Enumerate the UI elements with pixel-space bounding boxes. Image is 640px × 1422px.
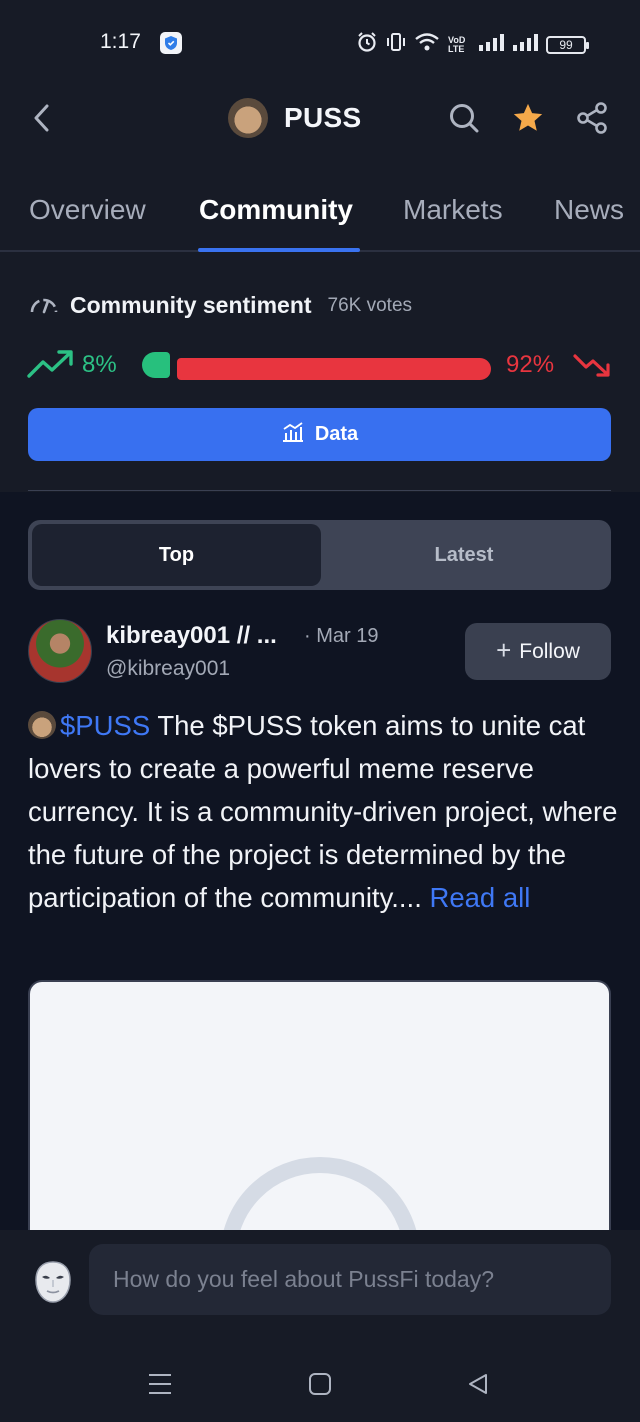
status-bar: 1:17 VoD LTE 99 — [0, 0, 640, 80]
community-feed: Top Latest kibreay001 // ... · Mar 19 @k… — [0, 492, 640, 1230]
share-button[interactable] — [572, 98, 612, 138]
back-button[interactable] — [22, 98, 62, 138]
status-time: 1:17 — [100, 30, 141, 53]
tab-top[interactable]: Top — [32, 524, 321, 586]
bullish-bar — [142, 352, 170, 378]
signal-icon-2 — [512, 33, 538, 56]
shield-icon — [160, 32, 182, 54]
bearish-bar — [177, 358, 491, 380]
mask-avatar-icon[interactable] — [34, 1260, 72, 1309]
gauge-icon — [28, 292, 60, 319]
bullish-percent: 8% — [82, 351, 117, 378]
signal-icon — [478, 33, 504, 56]
sentiment-title: Community sentiment — [70, 292, 312, 318]
sentiment-header: Community sentiment 76K votes — [28, 292, 412, 319]
post-date: · Mar 19 — [304, 625, 379, 647]
divider — [28, 490, 611, 491]
system-nav-bar — [0, 1330, 640, 1422]
read-all-link[interactable]: Read all — [429, 882, 530, 913]
share-icon — [577, 102, 607, 134]
home-icon[interactable] — [306, 1370, 334, 1398]
post-handle[interactable]: @kibreay001 — [106, 657, 230, 681]
image-placeholder-icon — [220, 1157, 420, 1230]
ticker-link[interactable]: $PUSS — [60, 710, 150, 741]
follow-button[interactable]: + Follow — [465, 623, 611, 680]
battery-icon: 99 — [546, 35, 589, 54]
post-author[interactable]: kibreay001 // ... — [106, 622, 277, 650]
sentiment-post-input[interactable] — [89, 1244, 611, 1315]
post-composer — [0, 1230, 640, 1330]
community-sentiment-panel: Community sentiment 76K votes 8% 92% Dat… — [0, 252, 640, 492]
vibrate-icon — [386, 32, 406, 57]
search-icon — [450, 104, 479, 133]
wifi-icon — [414, 31, 440, 58]
trending-down-icon — [572, 352, 612, 385]
network-type-label: VoD LTE — [448, 34, 466, 54]
status-icons: VoD LTE 99 — [356, 31, 589, 58]
coin-tabs: Overview Community Markets News — [0, 170, 640, 252]
back-icon — [34, 104, 49, 132]
bearish-percent: 92% — [506, 351, 555, 378]
alarm-icon — [356, 31, 378, 58]
app-bar: PUSS — [0, 80, 640, 160]
follow-label: Follow — [519, 639, 580, 663]
chart-icon — [281, 421, 305, 449]
coin-logo-icon — [228, 98, 268, 138]
data-button-label: Data — [314, 423, 359, 445]
cat-emoji-icon — [28, 711, 56, 739]
feed-sort-toggle: Top Latest — [28, 520, 611, 590]
tab-latest[interactable]: Latest — [321, 524, 607, 586]
watchlist-star-button[interactable] — [508, 98, 548, 138]
tab-community[interactable]: Community — [199, 194, 353, 226]
tab-news[interactable]: News — [554, 194, 624, 226]
data-button[interactable]: Data — [28, 408, 611, 461]
page-title: PUSS — [284, 102, 362, 133]
back-nav-icon[interactable] — [464, 1370, 492, 1398]
post-body: $PUSS The $PUSS token aims to unite cat … — [28, 704, 618, 919]
tab-markets[interactable]: Markets — [403, 194, 503, 226]
plus-icon: + — [496, 635, 512, 665]
search-button[interactable] — [444, 98, 484, 138]
tab-overview[interactable]: Overview — [29, 194, 146, 226]
post-image[interactable] — [28, 980, 611, 1230]
trending-up-icon — [26, 348, 76, 385]
sentiment-vote-count: 76K votes — [327, 294, 413, 316]
star-icon — [513, 103, 543, 131]
avatar[interactable] — [28, 619, 92, 683]
menu-icon[interactable] — [146, 1370, 174, 1398]
